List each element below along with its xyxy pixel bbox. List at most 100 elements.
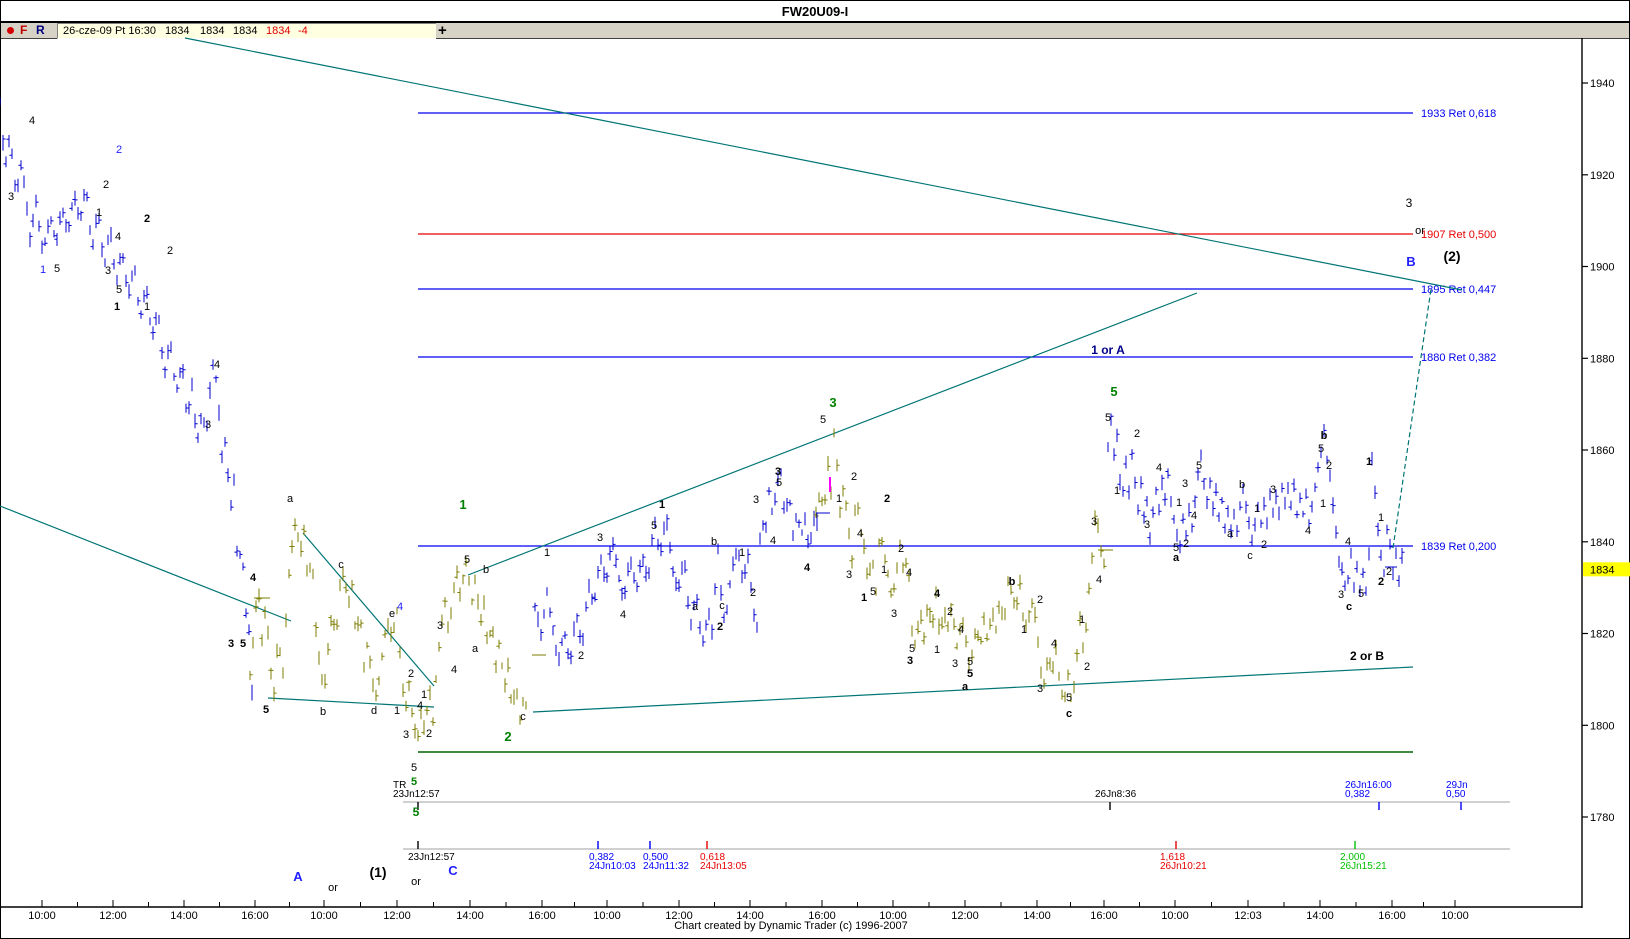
wave-label: c	[520, 711, 526, 723]
wave-label: 3	[437, 620, 443, 632]
wave-label: d	[371, 705, 377, 717]
wave-label: C	[448, 863, 458, 878]
wave-label: 3	[907, 655, 913, 667]
wave-label: 2	[144, 213, 150, 225]
wave-label: 3	[1338, 589, 1344, 601]
price-tick-label: 1940	[1590, 78, 1614, 90]
wave-label: 4	[397, 601, 403, 613]
wave-label: 1	[544, 547, 550, 559]
bar-series	[249, 518, 527, 742]
wave-label: 5	[909, 643, 915, 655]
wave-label: 1	[881, 564, 887, 576]
bar-series	[813, 428, 1107, 703]
wave-label: 3	[1091, 516, 1097, 528]
wave-label: 3	[228, 638, 234, 650]
wave-label: 4	[770, 535, 776, 547]
price-tick-label: 1920	[1590, 170, 1614, 182]
wave-label: 5	[413, 805, 420, 819]
wave-label: 5	[1358, 588, 1364, 600]
retracement-label: 1933 Ret 0,618	[1421, 108, 1496, 120]
wave-label: 2	[103, 179, 109, 191]
wave-label: 2 or B	[1350, 649, 1384, 663]
price-tick-label: 1840	[1590, 537, 1614, 549]
wave-label: c	[1346, 601, 1352, 613]
ruler-label: 23Jn12:57	[408, 852, 455, 863]
wave-label: 4	[1305, 525, 1311, 537]
wave-label: 5	[240, 638, 246, 650]
wave-label: b	[1239, 479, 1245, 491]
wave-label: 1	[421, 689, 427, 701]
wave-label: 5	[464, 554, 470, 566]
wave-label: 1	[394, 705, 400, 717]
wave-label: 4	[29, 115, 35, 127]
wave-label: b	[1321, 430, 1328, 442]
wave-label: 2	[1386, 566, 1392, 578]
wave-label: 5	[1318, 443, 1324, 455]
bar-series	[0, 97, 253, 701]
wave-label: c	[1066, 708, 1072, 720]
wave-label: 2	[1183, 538, 1189, 550]
trendline	[302, 532, 435, 687]
wave-label: 4	[451, 664, 457, 676]
wave-label: e	[389, 608, 395, 620]
wave-label: 2	[1037, 594, 1043, 606]
wave-label: 5	[1110, 384, 1117, 399]
wave-label: 5	[870, 586, 876, 598]
wave-label: 3	[753, 494, 759, 506]
wave-label: 3	[8, 191, 14, 203]
time-rulers: TR23Jn12:57 26Jn8:3626Jn16:000,38229Jn0,5…	[393, 780, 1510, 872]
wave-label: c	[338, 559, 344, 571]
trendlines	[0, 37, 1463, 713]
wave-label: 2	[947, 606, 953, 618]
wave-label: 4	[417, 700, 423, 712]
wave-label: a	[692, 601, 699, 613]
wave-label: 2	[1326, 460, 1332, 472]
ruler-label: 26Jn8:36	[1095, 789, 1137, 800]
trendline	[0, 505, 292, 622]
ruler-label: 0,50	[1446, 789, 1466, 800]
price-tick-label: 1900	[1590, 262, 1614, 274]
wave-label: 5	[411, 762, 417, 774]
wave-label: 3	[597, 532, 603, 544]
retracement-label: 1880 Ret 0,382	[1421, 352, 1496, 364]
wave-label: B	[1406, 254, 1415, 269]
price-tick-label: 1880	[1590, 353, 1614, 365]
wave-label: 1	[144, 301, 150, 313]
wave-label: 1	[739, 547, 745, 559]
wave-label: 4	[1345, 536, 1351, 548]
wave-label: 1	[934, 644, 940, 656]
wave-label: 5	[116, 284, 122, 296]
wave-label: 5	[263, 704, 269, 716]
wave-label: 3	[1037, 683, 1043, 695]
wave-label: 2	[408, 668, 414, 680]
wave-label: 4	[906, 567, 912, 579]
last-price-label: 1834	[1590, 564, 1614, 576]
wave-label: 1	[861, 592, 867, 604]
wave-label: 1	[96, 207, 102, 219]
chart-canvas[interactable]: 1933 Ret 0,618 1907 Ret 0,500 1895 Ret 0,4…	[0, 0, 1630, 939]
wave-label: a	[1227, 528, 1234, 540]
wave-label: or	[1415, 225, 1425, 237]
wave-label: 1	[1378, 512, 1384, 524]
trendline	[184, 37, 1463, 291]
wave-label: 4	[1156, 462, 1162, 474]
wave-label: 1 or A	[1091, 343, 1125, 357]
wave-label: 2	[1084, 661, 1090, 673]
wave-label: 4	[934, 588, 941, 600]
wave-label: 1	[459, 497, 466, 512]
wave-label: 3	[891, 608, 897, 620]
wave-label: 4	[214, 359, 220, 371]
wave-label: 1	[1254, 503, 1260, 515]
wave-label: 4	[1051, 638, 1057, 650]
wave-label: 4	[804, 562, 811, 574]
wave-label: 2	[1261, 539, 1267, 551]
ruler-label: 0,382	[1345, 789, 1370, 800]
copyright: Chart created by Dynamic Trader (c) 1996…	[674, 920, 908, 932]
ruler-label: 24Jn11:32	[643, 861, 689, 872]
wave-label: a	[472, 643, 479, 655]
wave-label: b	[711, 536, 717, 548]
price-tick-label: 1780	[1590, 812, 1614, 824]
wave-label: 3	[846, 569, 852, 581]
wave-label: 2	[426, 728, 432, 740]
wave-label: 5	[1196, 460, 1202, 472]
